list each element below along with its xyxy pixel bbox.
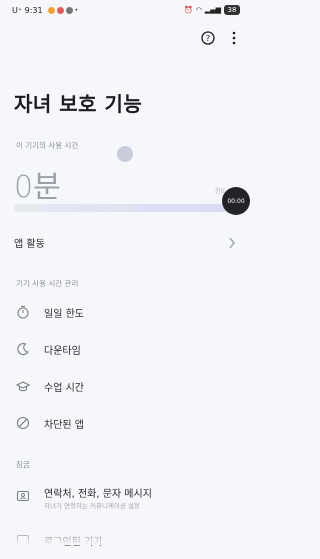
contacts-row[interactable]: 연락처, 전화, 문자 메시지 자녀가 연락하는 커뮤니케이션 설정	[0, 478, 250, 514]
restrictions-section-label: 잠금	[16, 460, 30, 469]
notification-icons: •	[47, 7, 79, 14]
contacts-icon	[16, 489, 30, 503]
notification-icon	[47, 7, 55, 14]
contacts-label: 연락처, 전화, 문자 메시지	[44, 489, 152, 500]
timer-button[interactable]: 00:00	[222, 187, 250, 215]
loading-indicator	[117, 146, 133, 162]
status-bar: U⁺ 9:31 • ⏰ ◠ ▂▄▆ 38	[0, 0, 250, 22]
school-icon	[16, 379, 30, 393]
more-vert-icon[interactable]	[226, 30, 242, 46]
chevron-right-icon	[228, 234, 236, 253]
wifi-icon: ◠	[195, 6, 202, 14]
usage-value: 0분	[14, 170, 61, 205]
blocked-apps-label: 차단된 앱	[44, 420, 84, 431]
status-time: U⁺ 9:31	[12, 6, 43, 15]
notification-icon	[56, 7, 64, 14]
page-title: 자녀 보호 기능	[14, 92, 143, 116]
contacts-sub-label: 자녀가 연락하는 커뮤니케이션 설정	[44, 502, 140, 510]
app-activity-row[interactable]: 앱 활동	[0, 225, 250, 259]
usage-progress-bar	[14, 204, 238, 212]
alarm-icon: ⏰	[184, 6, 193, 14]
dot-indicator-icon: •	[74, 7, 79, 14]
bottom-fade	[0, 527, 250, 545]
notification-icon	[65, 7, 73, 14]
school-time-row[interactable]: 수업 시간	[0, 369, 250, 403]
help-circle-icon[interactable]: ?	[200, 30, 216, 46]
downtime-row[interactable]: 다운타임	[0, 332, 250, 366]
school-time-label: 수업 시간	[44, 383, 84, 394]
blocked-apps-row[interactable]: 차단된 앱	[0, 406, 250, 440]
app-activity-label: 앱 활동	[14, 238, 45, 250]
daily-limit-row[interactable]: 일일 한도	[0, 295, 250, 329]
signal-icon: ▂▄▆	[204, 6, 221, 14]
daily-limit-label: 일일 한도	[44, 309, 84, 320]
downtime-label: 다운타임	[44, 346, 81, 357]
battery-icon: 38	[224, 5, 240, 15]
usage-section-label: 이 기기의 사용 시간	[16, 141, 79, 150]
svg-text:?: ?	[206, 34, 210, 43]
block-icon	[16, 416, 30, 430]
timer-icon	[16, 305, 30, 319]
management-section-label: 기기 사용 시간 관리	[16, 279, 79, 288]
header-actions: ?	[200, 30, 242, 46]
moon-icon	[16, 342, 30, 356]
